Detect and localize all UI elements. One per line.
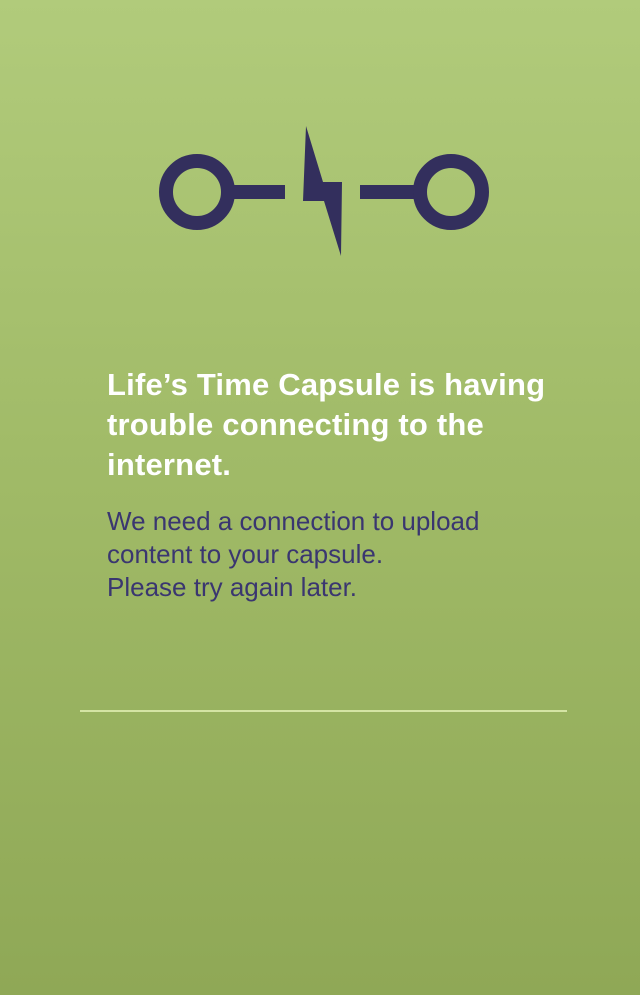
- disconnected-plug-icon: [155, 122, 491, 262]
- error-message: Life’s Time Capsule is having trouble co…: [107, 365, 577, 604]
- error-description-line-1: We need a connection to upload: [107, 506, 480, 536]
- error-title: Life’s Time Capsule is having trouble co…: [107, 367, 546, 482]
- error-description-line-3: Please try again later.: [107, 572, 358, 602]
- error-description: We need a connection to upload content t…: [107, 505, 577, 604]
- offline-screen: Life’s Time Capsule is having trouble co…: [0, 0, 640, 995]
- divider: [80, 710, 567, 712]
- error-description-line-2: content to your capsule.: [107, 539, 384, 569]
